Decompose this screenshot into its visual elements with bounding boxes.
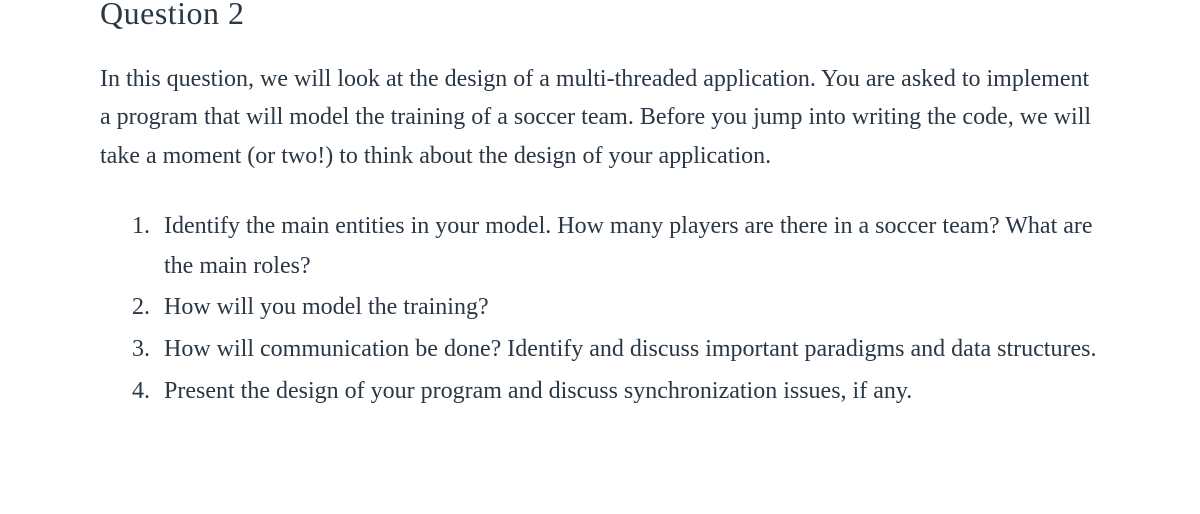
question-list: Identify the main entities in your model…	[100, 207, 1100, 411]
list-item: Identify the main entities in your model…	[156, 207, 1100, 286]
list-item: How will you model the training?	[156, 288, 1100, 328]
list-item: Present the design of your program and d…	[156, 372, 1100, 412]
question-intro: In this question, we will look at the de…	[100, 60, 1100, 175]
list-item: How will communication be done? Identify…	[156, 330, 1100, 370]
question-title: Question 2	[100, 0, 1100, 32]
